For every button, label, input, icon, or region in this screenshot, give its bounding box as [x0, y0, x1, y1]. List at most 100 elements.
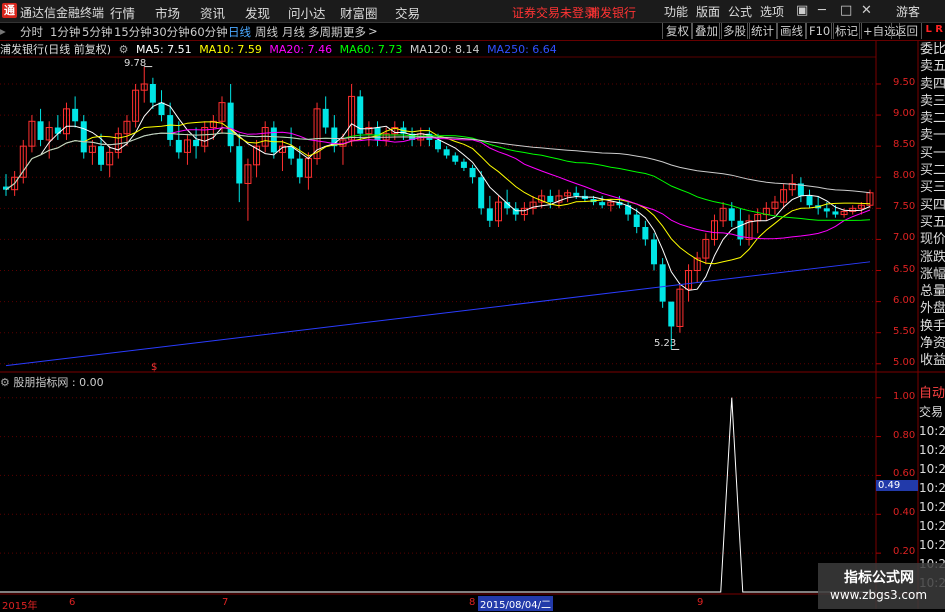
side-label[interactable]: 委比	[918, 41, 945, 58]
menu-trade[interactable]: 交易	[395, 3, 420, 22]
candle-body	[443, 149, 450, 156]
date-aug: 8	[469, 597, 476, 608]
period-5min[interactable]: 5分钟	[82, 24, 112, 40]
candle-body	[512, 208, 519, 215]
indicator-gear-icon[interactable]: ⚙	[0, 376, 10, 389]
tool-back[interactable]: 返回	[891, 23, 922, 39]
period-more-arrow-icon[interactable]: >	[368, 24, 378, 38]
user-label[interactable]: 游客	[896, 3, 920, 20]
candle-body	[469, 167, 476, 178]
tick-label[interactable]: 10:2	[918, 479, 945, 498]
indicator-value-cursor: 0.49	[876, 480, 918, 491]
candle-body	[599, 202, 606, 206]
menu-quotes[interactable]: 行情	[110, 3, 135, 22]
candle-body	[780, 189, 788, 203]
candle-body	[209, 120, 217, 129]
candle-body	[244, 164, 252, 184]
tick-label[interactable]: 交易	[918, 403, 945, 422]
settings-gear-icon[interactable]: ⚙	[119, 43, 129, 56]
period-1min[interactable]: 1分钟	[50, 24, 80, 40]
candle-body	[72, 108, 79, 122]
menu-discover[interactable]: 发现	[245, 3, 270, 22]
tick-label[interactable]: 10:2	[918, 460, 945, 479]
menu-function[interactable]: 功能	[664, 3, 688, 20]
indicator-tick: 0.60	[893, 468, 916, 480]
low-price-label: 5.23	[654, 338, 677, 349]
tool-overlay[interactable]: 叠加	[691, 23, 722, 39]
side-label[interactable]: 涨幅	[918, 266, 945, 283]
tool-draw[interactable]: 画线	[776, 23, 807, 39]
period-intraday[interactable]: 分时	[20, 24, 43, 40]
price-tick: 9.50	[893, 76, 916, 88]
menu-market[interactable]: 市场	[155, 3, 180, 22]
tick-label[interactable]: 10:2	[918, 422, 945, 441]
ma-line-70	[5, 132, 871, 194]
side-label[interactable]: 买四	[918, 197, 945, 214]
tool-adjust[interactable]: 复权	[662, 23, 693, 39]
tick-label[interactable]: 10:2	[918, 498, 945, 517]
period-daily[interactable]: 日线	[228, 24, 251, 40]
candle-body	[693, 257, 701, 272]
menu-news[interactable]: 资讯	[200, 3, 225, 22]
ma-line-40	[5, 132, 871, 221]
side-label[interactable]: 卖三	[918, 93, 945, 110]
period-60min[interactable]: 60分钟	[190, 24, 228, 40]
tile-icon[interactable]: ▣	[796, 3, 808, 18]
price-chart[interactable]	[0, 0, 945, 609]
toolbar-arrow-icon[interactable]: ▸	[0, 24, 6, 38]
menu-wealth[interactable]: 财富圈	[340, 3, 378, 22]
side-label[interactable]: 现价	[918, 231, 945, 248]
side-label[interactable]: 卖五	[918, 58, 945, 75]
side-label[interactable]: 涨跌	[918, 249, 945, 266]
menu-options[interactable]: 选项	[760, 3, 784, 20]
period-30min[interactable]: 30分钟	[152, 24, 190, 40]
tick-label[interactable]: 自动	[918, 384, 945, 403]
close-icon[interactable]: ✕	[861, 3, 872, 18]
candle-body	[261, 127, 269, 147]
tool-stats[interactable]: 统计	[747, 23, 778, 39]
menu-layout[interactable]: 版面	[696, 3, 720, 20]
date-june: 6	[69, 597, 76, 608]
side-label[interactable]: 换手	[918, 318, 945, 335]
side-label[interactable]: 卖二	[918, 110, 945, 127]
period-weekly[interactable]: 周线	[255, 24, 278, 40]
candle-body	[175, 139, 182, 153]
candle-body	[236, 146, 243, 184]
candle-body	[788, 182, 796, 191]
side-label[interactable]: 买三	[918, 179, 945, 196]
tick-label[interactable]: 10:2	[918, 441, 945, 460]
period-more[interactable]: 更多	[343, 24, 366, 40]
side-label[interactable]: 买二	[918, 162, 945, 179]
side-label[interactable]: 总量	[918, 283, 945, 300]
side-label[interactable]: 外盘	[918, 300, 945, 317]
side-label[interactable]: 卖四	[918, 76, 945, 93]
l-r-chip[interactable]: L R	[925, 24, 943, 35]
period-monthly[interactable]: 月线	[282, 24, 305, 40]
tick-label[interactable]: 10:2	[918, 517, 945, 536]
menu-formula[interactable]: 公式	[728, 3, 752, 20]
side-label[interactable]: 买一	[918, 145, 945, 162]
candle-body	[28, 120, 36, 147]
maximize-icon[interactable]: □	[840, 3, 852, 18]
dollar-marker[interactable]: $	[151, 362, 157, 373]
candle-body	[538, 195, 546, 203]
tick-label[interactable]: 10:2	[918, 536, 945, 555]
side-label[interactable]: 买五	[918, 214, 945, 231]
ma250-label: MA250: 6.64	[487, 43, 557, 56]
period-15min[interactable]: 15分钟	[114, 24, 152, 40]
tool-f10[interactable]: F10	[805, 23, 835, 39]
minimize-icon[interactable]: ─	[818, 3, 826, 18]
price-tick: 8.50	[893, 139, 916, 151]
tool-multistock[interactable]: 多股	[719, 23, 750, 39]
side-label[interactable]: 卖一	[918, 127, 945, 144]
candle-body	[288, 146, 295, 159]
tool-mark[interactable]: 标记	[831, 23, 862, 39]
side-label[interactable]: 净资	[918, 335, 945, 352]
period-multi[interactable]: 多周期	[308, 24, 343, 40]
ma5-label: MA5: 7.51	[135, 43, 192, 56]
menu-ask[interactable]: 问小达	[288, 3, 326, 22]
side-label[interactable]: 收益	[918, 352, 945, 369]
indicator-tick: 0.80	[893, 429, 916, 441]
candle-body	[676, 288, 684, 327]
watermark-url: www.zbgs3.com	[830, 588, 928, 602]
